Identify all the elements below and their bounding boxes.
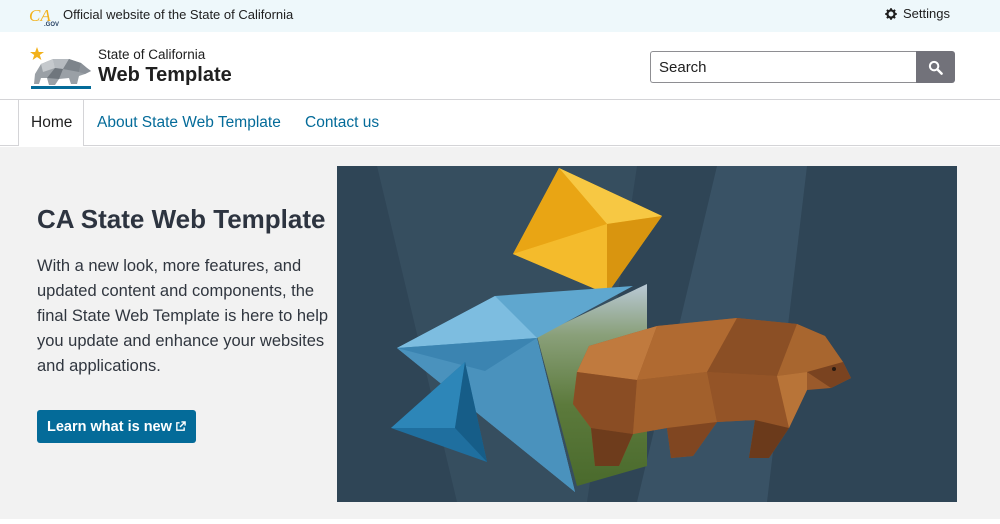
nav-item-contact[interactable]: Contact us bbox=[305, 100, 379, 146]
nav-item-about[interactable]: About State Web Template bbox=[97, 100, 281, 146]
branding-header: State of California Web Template bbox=[0, 32, 1000, 100]
svg-text:.GOV: .GOV bbox=[44, 22, 59, 28]
hero-title: CA State Web Template bbox=[37, 204, 326, 234]
hero-button-label: Learn what is new bbox=[47, 418, 172, 435]
ca-bear-logo-icon[interactable] bbox=[29, 44, 93, 90]
gear-icon bbox=[885, 7, 897, 20]
brand-site-name[interactable]: Web Template bbox=[98, 64, 232, 87]
settings-button[interactable]: Settings bbox=[884, 6, 950, 21]
hero-description: With a new look, more features, and upda… bbox=[37, 257, 329, 375]
nav-item-label: Home bbox=[31, 114, 73, 131]
hero-illustration-image bbox=[337, 166, 957, 502]
hero-section: CA State Web Template With a new look, m… bbox=[0, 147, 1000, 519]
official-website-text: Official website of the State of Califor… bbox=[63, 7, 294, 22]
nav-item-home[interactable]: Home bbox=[18, 100, 84, 146]
nav-item-label: Contact us bbox=[305, 114, 380, 131]
search-input[interactable] bbox=[650, 51, 916, 83]
search-form bbox=[650, 51, 955, 83]
external-link-icon bbox=[176, 421, 186, 431]
brand-state-label: State of California bbox=[98, 47, 206, 62]
search-icon bbox=[928, 60, 943, 75]
main-navigation: Home About State Web Template Contact us bbox=[0, 100, 1000, 146]
learn-what-is-new-button[interactable]: Learn what is new bbox=[37, 410, 196, 443]
settings-label: Settings bbox=[903, 6, 950, 21]
ca-gov-logo-icon[interactable]: CA .GOV bbox=[28, 4, 60, 28]
utility-header: CA .GOV Official website of the State of… bbox=[0, 0, 1000, 32]
nav-item-label: About State Web Template bbox=[97, 114, 281, 131]
page-bottom-spacer bbox=[0, 519, 1000, 524]
search-button[interactable] bbox=[916, 51, 955, 83]
